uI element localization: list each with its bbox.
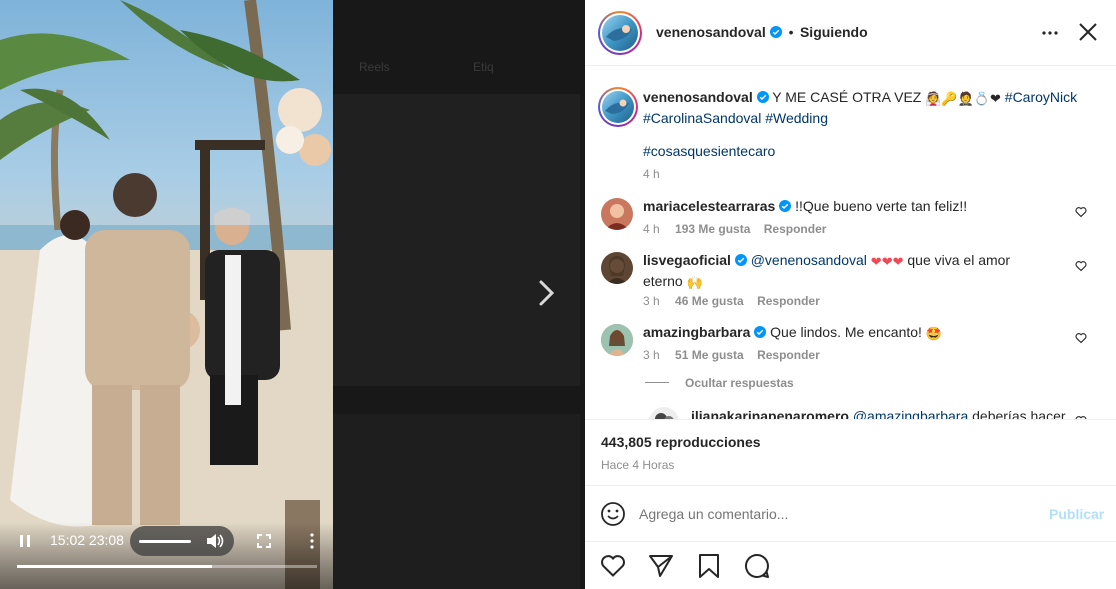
comment-meta: 3 h 46 Me gusta Responder — [643, 294, 820, 308]
comment-time: 3 h — [643, 294, 660, 308]
publish-button[interactable]: Publicar — [1049, 506, 1104, 522]
comment: mariacelestearraras !!Que bueno verte ta… — [643, 197, 967, 215]
comments-list[interactable]: venenosandoval Y ME CASÉ OTRA VEZ 👰🔑🤵💍❤ … — [585, 67, 1116, 419]
caption-text: venenosandoval Y ME CASÉ OTRA VEZ 👰🔑🤵💍❤ … — [643, 88, 1083, 127]
avatar[interactable] — [649, 407, 679, 419]
comment-username[interactable]: mariacelestearraras — [643, 198, 775, 214]
avatar[interactable] — [601, 324, 633, 356]
add-comment-bar: Publicar — [585, 485, 1116, 541]
comment-meta: 4 h 193 Me gusta Responder — [643, 222, 826, 236]
post-header: venenosandoval • Siguiendo — [585, 0, 1116, 66]
caption-emojis: 👰🔑🤵💍❤ — [925, 92, 1001, 107]
avatar[interactable] — [601, 198, 633, 230]
more-horizontal-icon[interactable] — [1041, 24, 1059, 42]
avatar[interactable] — [601, 252, 633, 284]
like-comment-heart-icon[interactable] — [1075, 206, 1087, 218]
volume-slider[interactable] — [139, 540, 191, 543]
reply-comment: ilianakarinapenaromero @amazingbarbara d… — [691, 407, 1066, 419]
post-stats: 443,805 reproducciones Hace 4 Horas — [585, 419, 1116, 485]
comment-emoji: 🤩 — [925, 327, 942, 342]
comment-body-cont: eterno — [643, 273, 683, 289]
like-comment-heart-icon[interactable] — [1075, 260, 1087, 272]
like-comment-heart-icon[interactable] — [1075, 332, 1087, 344]
video-progress-fill — [17, 565, 212, 568]
verified-icon — [734, 254, 747, 266]
caption-body: Y ME CASÉ OTRA VEZ — [772, 89, 922, 105]
more-vertical-icon[interactable] — [302, 531, 322, 551]
background-thumbnail — [333, 94, 580, 386]
comment-likes[interactable]: 51 Me gusta — [675, 348, 744, 362]
post-side-panel: venenosandoval • Siguiendo venenosandova… — [585, 0, 1116, 589]
emoji-icon[interactable] — [600, 501, 626, 527]
view-count[interactable]: 443,805 reproducciones — [601, 434, 761, 450]
caption-time: 4 h — [643, 167, 660, 181]
mention-link[interactable]: @venenosandoval — [751, 252, 867, 268]
reply-button[interactable]: Responder — [757, 348, 820, 362]
reply-button[interactable]: Responder — [764, 222, 827, 236]
comment-body: deberías hacer — [972, 408, 1066, 419]
post-actions — [585, 541, 1116, 589]
pause-icon[interactable] — [16, 531, 34, 551]
fullscreen-icon[interactable] — [254, 531, 274, 551]
save-icon[interactable] — [697, 553, 721, 579]
comment-hearts: ❤❤❤ — [870, 255, 904, 270]
comment-time: 3 h — [643, 348, 660, 362]
video-time: 15:02 23:08 — [50, 532, 124, 548]
following-button[interactable]: Siguiendo — [800, 24, 868, 40]
header-username[interactable]: venenosandoval — [656, 24, 766, 40]
wedding-scene-image — [0, 0, 333, 589]
comment-username[interactable]: amazingbarbara — [643, 324, 750, 340]
volume-icon[interactable] — [204, 530, 226, 552]
comment-body: !!Que bueno verte tan feliz!! — [795, 198, 968, 214]
background-tab-reels: Reels — [359, 60, 390, 74]
verified-icon — [754, 326, 767, 338]
caption-avatar[interactable] — [598, 87, 638, 127]
hashtag-link[interactable]: #CarolinaSandoval #Wedding — [643, 110, 828, 126]
avatar[interactable] — [598, 11, 642, 55]
comment-meta: 3 h 51 Me gusta Responder — [643, 348, 820, 362]
video-player[interactable]: 15:02 23:08 — [0, 0, 333, 589]
comment-likes[interactable]: 193 Me gusta — [675, 222, 750, 236]
header-separator: • — [788, 24, 794, 40]
caption-extra: #cosasquesientecaro — [643, 142, 775, 160]
background-tab-tagged: Etiq — [473, 60, 494, 74]
video-progress-bar[interactable] — [17, 565, 317, 568]
comment-body: que viva el amor — [907, 252, 1011, 268]
verified-icon — [756, 91, 769, 103]
background-thumbnail — [333, 414, 580, 589]
caption-username[interactable]: venenosandoval — [643, 89, 753, 105]
comment-username[interactable]: lisvegaoficial — [643, 252, 731, 268]
close-icon[interactable] — [1078, 22, 1098, 42]
hashtag-link[interactable]: #cosasquesientecaro — [643, 143, 775, 159]
replies-divider — [645, 382, 669, 383]
comment-input[interactable] — [639, 503, 1019, 525]
comment: amazingbarbara Que lindos. Me encanto! 🤩 — [643, 323, 942, 344]
heart-icon[interactable] — [600, 554, 626, 578]
instagram-post-modal: Reels Etiq 15:02 23:08 venenosandoval • … — [0, 0, 1116, 589]
chevron-right-icon[interactable] — [532, 278, 560, 308]
comment-username[interactable]: ilianakarinapenaromero — [691, 408, 849, 419]
header-user-line: venenosandoval • Siguiendo — [656, 24, 868, 42]
share-icon[interactable] — [648, 554, 674, 578]
verified-icon — [779, 200, 792, 212]
comment-emoji: 🙌 — [686, 276, 703, 291]
comment-time: 4 h — [643, 222, 660, 236]
comment: lisvegaoficial @venenosandoval ❤❤❤ que v… — [643, 251, 1063, 293]
hashtag-link[interactable]: #CaroyNick — [1005, 89, 1077, 105]
reply-button[interactable]: Responder — [757, 294, 820, 308]
comment-body: Que lindos. Me encanto! — [770, 324, 922, 340]
verified-icon — [770, 26, 783, 38]
post-timestamp: Hace 4 Horas — [601, 458, 675, 472]
comment-likes[interactable]: 46 Me gusta — [675, 294, 744, 308]
mention-link[interactable]: @amazingbarbara — [853, 408, 968, 419]
comment-icon[interactable] — [744, 553, 770, 579]
hide-replies-button[interactable]: Ocultar respuestas — [685, 376, 794, 390]
